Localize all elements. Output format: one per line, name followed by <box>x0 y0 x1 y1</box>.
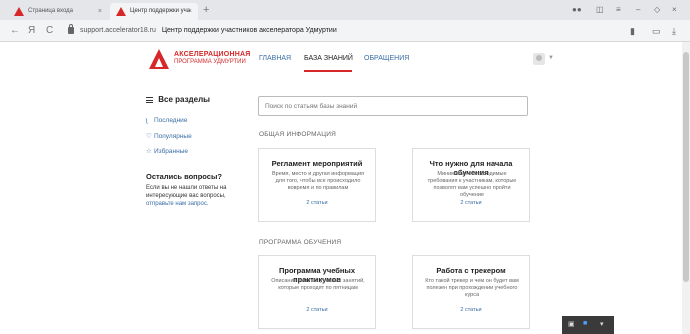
category-card[interactable]: Регламент мероприятий Время, место и дру… <box>258 148 376 222</box>
category-card[interactable]: Работа с трекером Кто такой трекер и чем… <box>412 255 530 329</box>
sidebar-item-favorites[interactable]: ☆ Избранные <box>146 147 188 155</box>
logo-title[interactable]: АКСЕЛЕРАЦИОННАЯ <box>174 51 250 58</box>
page-scrollbar[interactable] <box>682 42 690 334</box>
star-icon: ☆ <box>146 148 152 155</box>
card-article-count[interactable]: 2 статьи <box>413 200 529 206</box>
sidebar-item-recent[interactable]: ʅ Последние <box>146 117 187 124</box>
section-label-general: ОБЩАЯ ИНФОРМАЦИЯ <box>259 131 337 138</box>
browser-tab-support[interactable]: Центр поддержки уча × <box>110 3 198 20</box>
browser-logo-icon[interactable]: Я <box>28 23 35 38</box>
menu-icon[interactable]: ≡ <box>616 2 621 17</box>
nav-home[interactable]: ГЛАВНАЯ <box>259 55 291 62</box>
glasses-icon[interactable]: ●● <box>572 2 582 17</box>
all-sections-label: Все разделы <box>158 95 210 104</box>
browser-tab-login[interactable]: Страница входа × <box>8 3 108 20</box>
screen-icon[interactable]: ▣ <box>568 320 575 328</box>
category-card[interactable]: Что нужно для начала обучения Минимально… <box>412 148 530 222</box>
minimize-icon[interactable]: – <box>636 2 640 17</box>
send-request-link[interactable]: отправьте нам запрос. <box>146 201 209 207</box>
sidebar-item-label: Последние <box>154 117 188 124</box>
card-description: Время, место и другая информация для тог… <box>271 171 365 191</box>
heart-icon: ♡ <box>146 133 152 140</box>
close-window-icon[interactable]: × <box>672 2 677 17</box>
questions-text: Если вы не нашли ответы на интересующие … <box>146 184 246 208</box>
chevron-down-icon[interactable]: ▼ <box>548 55 554 61</box>
nav-knowledge-base[interactable]: БАЗА ЗНАНИЙ <box>304 55 353 62</box>
sidebar-item-label: Избранные <box>154 148 188 155</box>
floating-toolbar: ▣ ■ ▾ <box>562 316 614 334</box>
questions-heading: Остались вопросы? <box>146 172 222 181</box>
browser-tab-bar: Страница входа × Центр поддержки уча × +… <box>0 0 690 20</box>
questions-body: Если вы не нашли ответы на интересующие … <box>146 185 227 199</box>
bookmark-icon[interactable]: ◫ <box>596 2 604 17</box>
card-title: Регламент мероприятий <box>271 159 363 168</box>
chat-icon[interactable]: ■ <box>583 320 587 327</box>
bookmark-flag-icon[interactable]: ▮ <box>630 24 635 38</box>
card-description: Минимально необходимые требования к учас… <box>427 171 517 198</box>
brand-logo-icon[interactable] <box>148 48 170 70</box>
card-article-count[interactable]: 2 статьи <box>413 307 529 313</box>
microphone-icon[interactable]: ▾ <box>600 320 604 328</box>
sidebar-item-label: Популярные <box>154 133 192 140</box>
card-description: Описание тематик учебных занятий, которы… <box>271 278 365 291</box>
sidebar-item-popular[interactable]: ♡ Популярные <box>146 132 192 140</box>
list-icon <box>146 96 153 103</box>
scroll-thumb[interactable] <box>683 52 689 282</box>
restore-icon[interactable]: ◇ <box>654 2 660 17</box>
card-article-count[interactable]: 2 статьи <box>259 200 375 206</box>
tab-label: Центр поддержки уча <box>130 8 191 14</box>
url-field[interactable]: support.accelerator18.ru Центр поддержки… <box>80 24 337 38</box>
category-card[interactable]: Программа учебных практикумов Описание т… <box>258 255 376 329</box>
all-sections-link[interactable]: Все разделы <box>146 95 210 104</box>
nav-requests[interactable]: ОБРАЩЕНИЯ <box>364 55 409 62</box>
card-title: Работа с трекером <box>436 266 506 275</box>
brand-triangle-icon <box>116 7 126 16</box>
close-icon[interactable]: × <box>98 3 102 20</box>
close-icon[interactable]: × <box>188 3 192 20</box>
card-description: Кто такой трекер и чем он будет вам поле… <box>425 278 519 298</box>
url-page-title: Центр поддержки участников акселератора … <box>161 27 337 34</box>
tab-label: Страница входа <box>28 8 74 14</box>
brand-triangle-icon <box>14 7 24 16</box>
extensions-icon[interactable]: ▭ <box>652 24 661 38</box>
url-domain: support.accelerator18.ru <box>80 27 156 34</box>
new-tab-button[interactable]: + <box>203 3 209 18</box>
lock-icon <box>68 24 74 34</box>
search-input[interactable] <box>258 96 528 116</box>
back-button[interactable]: ← <box>10 23 20 38</box>
card-article-count[interactable]: 2 статьи <box>259 307 375 313</box>
reload-button[interactable]: C <box>46 23 53 38</box>
address-bar: ← Я C support.accelerator18.ru Центр под… <box>0 20 690 42</box>
rss-icon: ʅ <box>146 117 148 124</box>
logo-subtitle[interactable]: ПРОГРАММА УДМУРТИИ <box>174 59 246 65</box>
download-icon[interactable]: ⤓ <box>672 24 676 38</box>
section-label-program: ПРОГРАММА ОБУЧЕНИЯ <box>259 239 342 246</box>
user-avatar[interactable] <box>533 53 545 65</box>
active-nav-underline <box>304 70 352 72</box>
